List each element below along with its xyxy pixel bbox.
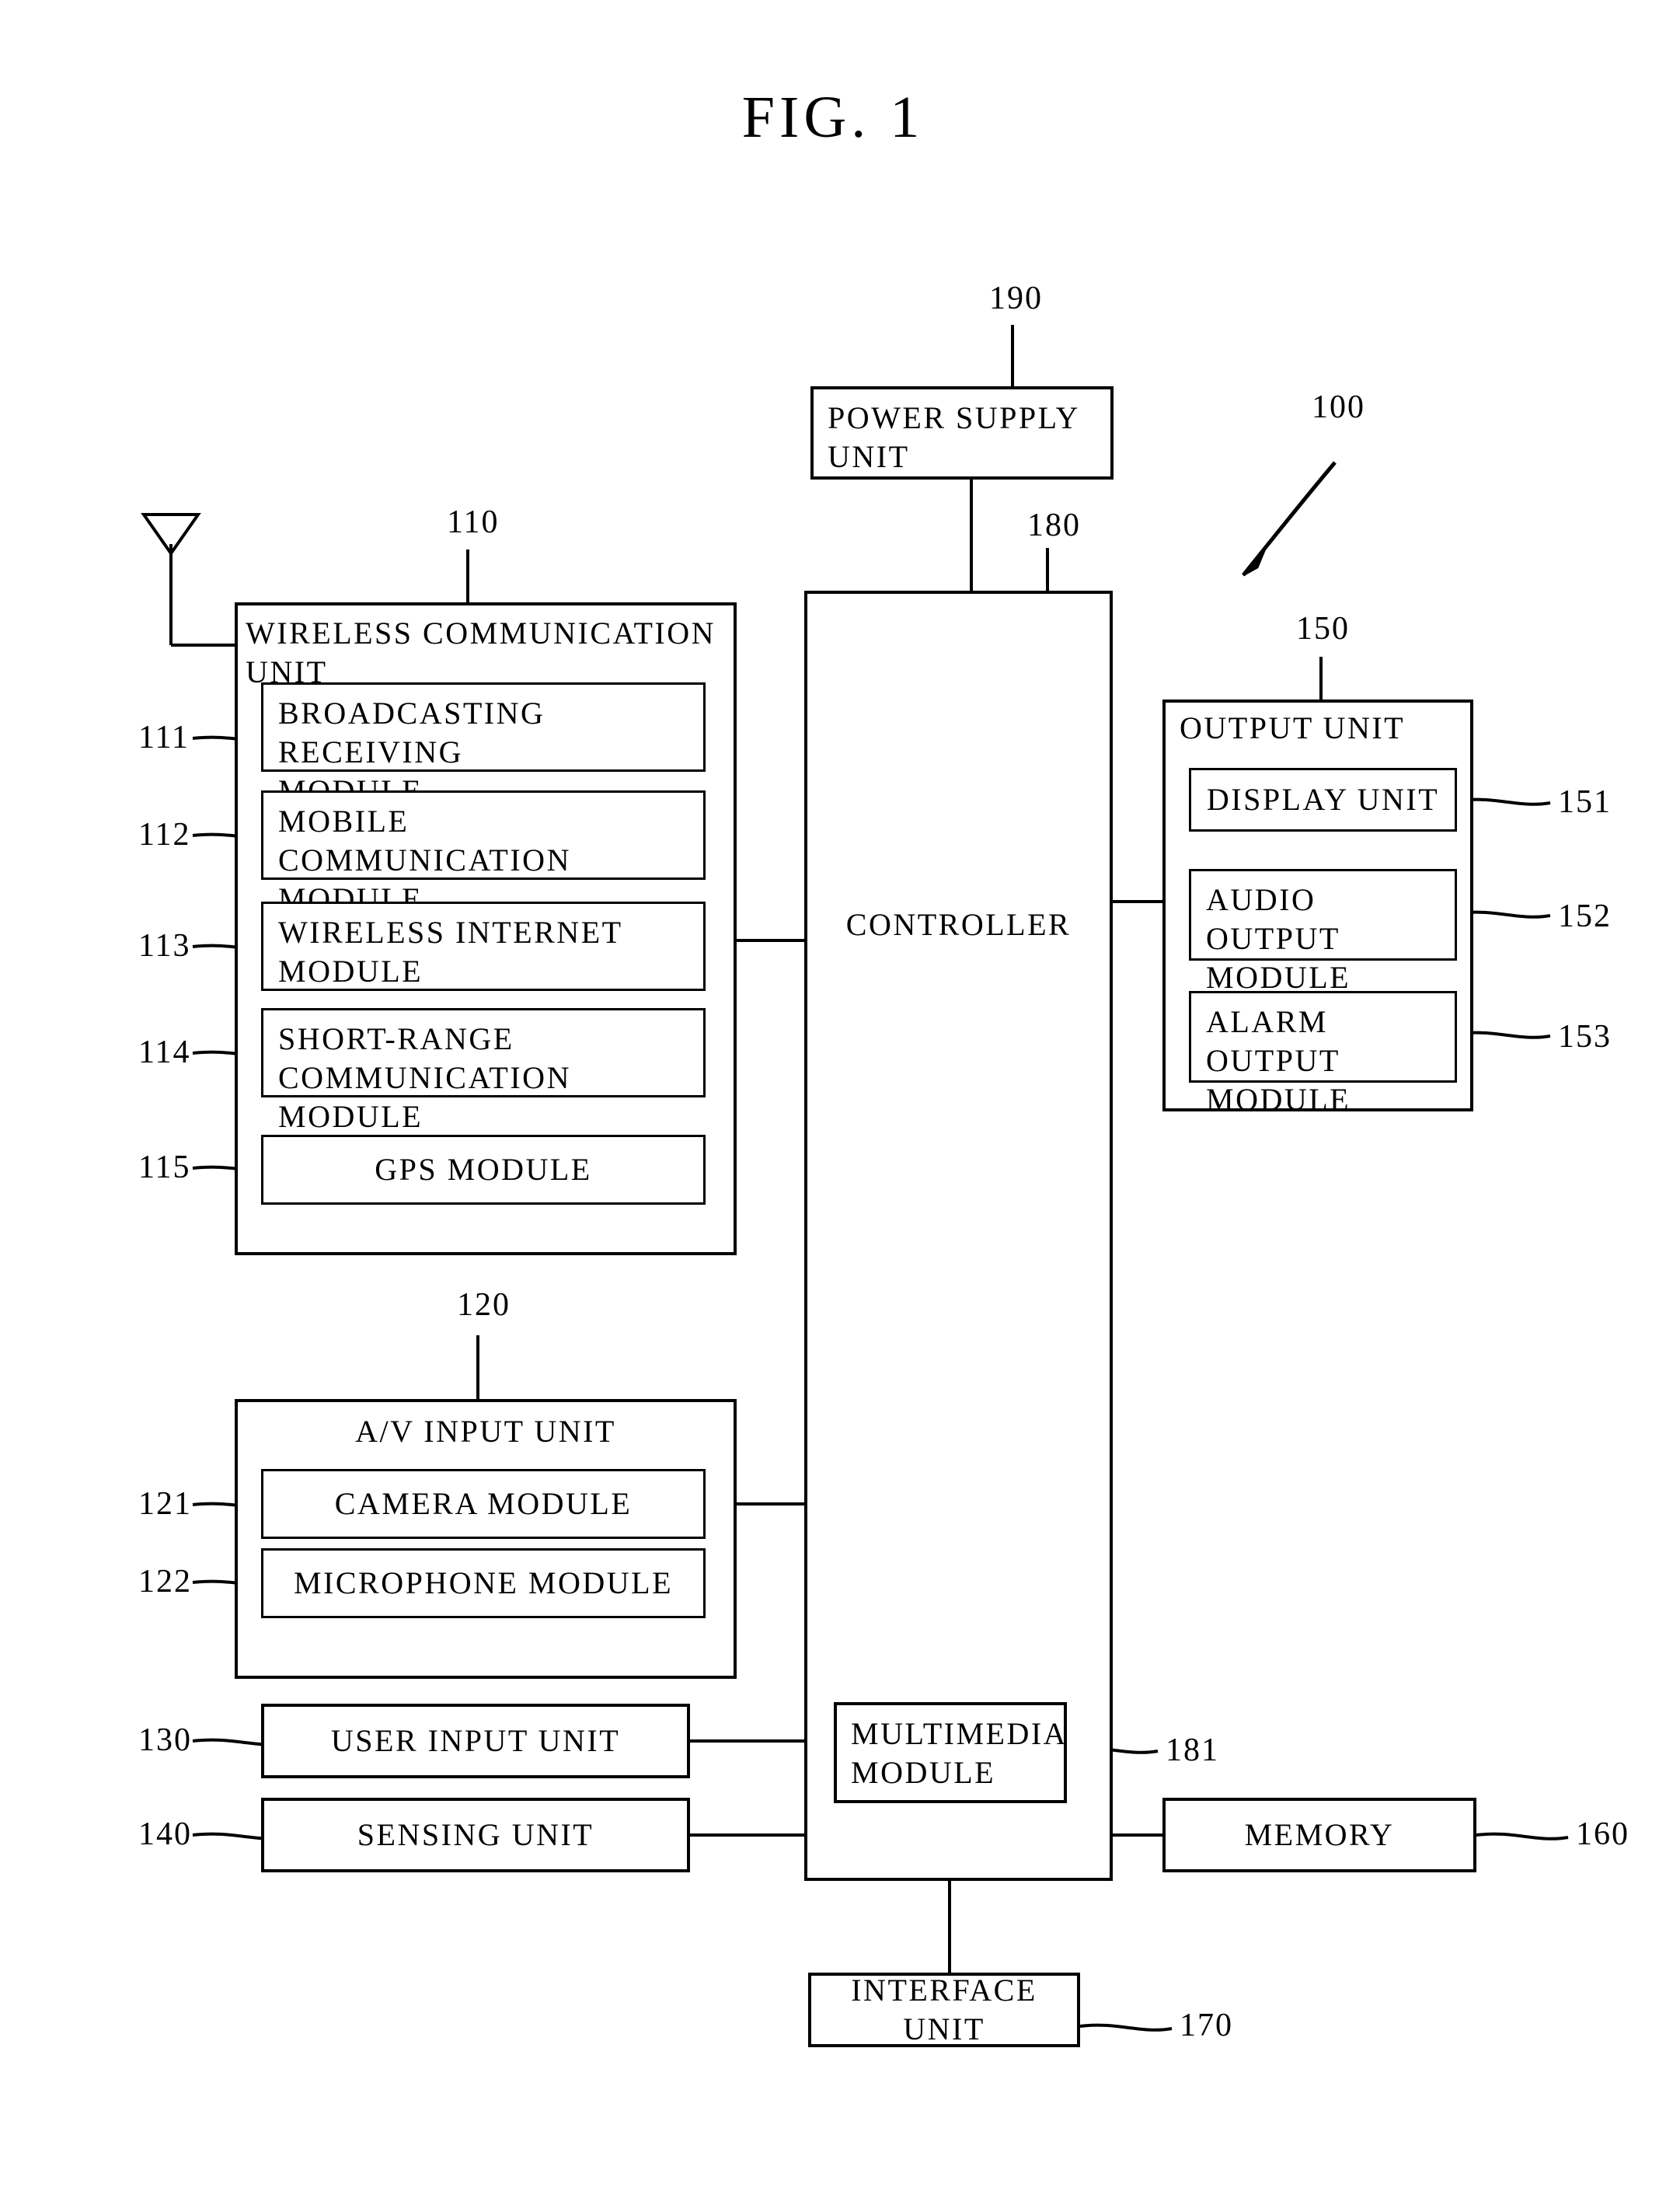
power-supply-unit-label: POWER SUPPLY UNIT — [828, 400, 1080, 474]
controller-box — [804, 591, 1113, 1881]
av-input-unit-label: A/V INPUT UNIT — [355, 1414, 616, 1449]
ref-151: 151 — [1558, 784, 1612, 820]
user-input-unit-label: USER INPUT UNIT — [330, 1723, 621, 1758]
output-unit-label: OUTPUT UNIT — [1180, 710, 1406, 745]
ref-113: 113 — [138, 928, 191, 964]
multimedia-module-label: MULTIMEDIA MODULE — [851, 1716, 1068, 1790]
broadcasting-receiving-module-label: BROADCASTING RECEIVING MODULE — [278, 696, 545, 808]
ref-120: 120 — [457, 1287, 511, 1323]
controller-label: CONTROLLER — [845, 907, 1072, 942]
ref-110: 110 — [447, 504, 500, 540]
ref-112: 112 — [138, 817, 191, 853]
camera-module-label: CAMERA MODULE — [334, 1486, 633, 1521]
ref-115: 115 — [138, 1150, 191, 1185]
ref-160: 160 — [1576, 1816, 1629, 1852]
ref-111: 111 — [138, 720, 190, 755]
ref-150: 150 — [1296, 611, 1350, 647]
ref-153: 153 — [1558, 1019, 1612, 1055]
display-unit-label: DISPLAY UNIT — [1206, 782, 1440, 817]
ref-122: 122 — [138, 1564, 192, 1600]
alarm-output-module-label: ALARM OUTPUT MODULE — [1206, 1004, 1351, 1117]
ref-114: 114 — [138, 1034, 191, 1070]
interface-unit-label: INTERFACE UNIT — [851, 1973, 1037, 2046]
ref-190: 190 — [989, 281, 1043, 316]
wireless-communication-unit-label: WIRELESS COMMUNICATION UNIT — [246, 616, 716, 689]
ref-170: 170 — [1180, 2008, 1233, 2043]
figure-title: FIG. 1 — [741, 85, 925, 150]
mobile-communication-module-label: MOBILE COMMUNICATION MODULE — [278, 804, 571, 916]
ref-121: 121 — [138, 1486, 192, 1522]
figure-page: FIG. 1 POWER SUPPLY UNIT 190 100 CONTROL… — [0, 0, 1666, 2212]
gps-module-label: GPS MODULE — [375, 1152, 592, 1187]
wireless-internet-module-label: WIRELESS INTERNET MODULE — [278, 915, 623, 989]
ref-130: 130 — [138, 1722, 192, 1758]
ref-180: 180 — [1027, 508, 1081, 543]
audio-output-module-label: AUDIO OUTPUT MODULE — [1206, 882, 1351, 995]
microphone-module-label: MICROPHONE MODULE — [293, 1565, 674, 1600]
ref-181: 181 — [1166, 1732, 1219, 1768]
ref-140: 140 — [138, 1816, 192, 1852]
ref-100: 100 — [1312, 389, 1365, 425]
short-range-communication-module-label: SHORT-RANGE COMMUNICATION MODULE — [278, 1021, 571, 1134]
memory-label: MEMORY — [1244, 1817, 1395, 1852]
sensing-unit-label: SENSING UNIT — [357, 1817, 594, 1852]
ref-152: 152 — [1558, 898, 1612, 934]
